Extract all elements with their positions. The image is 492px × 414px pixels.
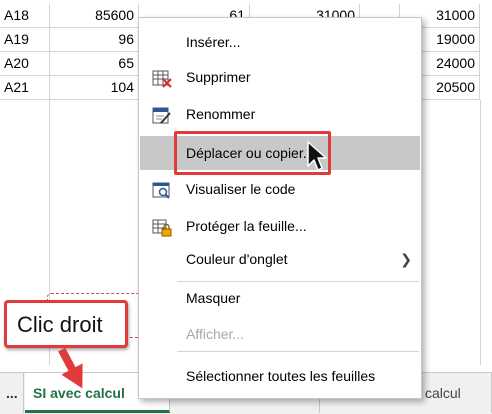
cell-a20-label[interactable]: A20 xyxy=(0,52,50,76)
menu-item-label: Afficher... xyxy=(186,326,245,342)
submenu-chevron-icon: ❯ xyxy=(400,251,412,267)
cell-a20-b[interactable]: 65 xyxy=(50,52,139,76)
menu-item-afficher: Afficher... xyxy=(140,319,420,349)
cell-a18-b[interactable]: 85600 xyxy=(50,4,139,28)
menu-item-selectionner-toutes[interactable]: Sélectionner toutes les feuilles xyxy=(140,361,420,391)
cell-a21-b[interactable]: 104 xyxy=(50,76,139,100)
protect-sheet-icon xyxy=(152,217,172,237)
delete-sheet-icon xyxy=(152,68,172,88)
cell-a19-b[interactable]: 96 xyxy=(50,28,139,52)
menu-item-label: Sélectionner toutes les feuilles xyxy=(186,368,376,384)
grid-line xyxy=(480,100,481,365)
menu-item-renommer[interactable]: Renommer xyxy=(140,99,420,129)
callout-text: Clic droit xyxy=(17,312,103,337)
mouse-cursor-icon xyxy=(307,141,327,171)
menu-item-label: Couleur d'onglet xyxy=(186,251,288,267)
menu-separator xyxy=(177,351,419,352)
menu-item-visualiser-code[interactable]: Visualiser le code xyxy=(140,174,420,204)
menu-item-label: Masquer xyxy=(186,290,241,306)
menu-item-label: Visualiser le code xyxy=(186,181,296,197)
menu-item-inserer[interactable]: Insérer... xyxy=(140,27,420,57)
menu-item-couleur-onglet[interactable]: Couleur d'onglet ❯ xyxy=(140,244,420,274)
callout-arrow-icon xyxy=(58,347,83,389)
menu-item-label: Renommer xyxy=(186,106,256,122)
menu-separator xyxy=(177,281,419,282)
cell-a18-label[interactable]: A18 xyxy=(0,4,50,28)
rename-icon xyxy=(152,105,172,124)
menu-item-label: Insérer... xyxy=(186,34,241,50)
menu-item-masquer[interactable]: Masquer xyxy=(140,283,420,313)
menu-item-proteger-feuille[interactable]: Protéger la feuille... xyxy=(140,211,420,241)
view-code-icon xyxy=(152,180,172,199)
sheet-context-menu: Insérer... Supprimer Renommer Déplacer o… xyxy=(138,17,422,399)
menu-item-label: Protéger la feuille... xyxy=(186,218,307,234)
tab-scroll-ellipsis[interactable]: ... xyxy=(0,373,24,413)
menu-item-supprimer[interactable]: Supprimer xyxy=(140,62,420,92)
annotation-callout: Clic droit xyxy=(4,300,128,348)
menu-item-label: Supprimer xyxy=(186,69,251,85)
cell-a21-label[interactable]: A21 xyxy=(0,76,50,100)
cell-a19-label[interactable]: A19 xyxy=(0,28,50,52)
